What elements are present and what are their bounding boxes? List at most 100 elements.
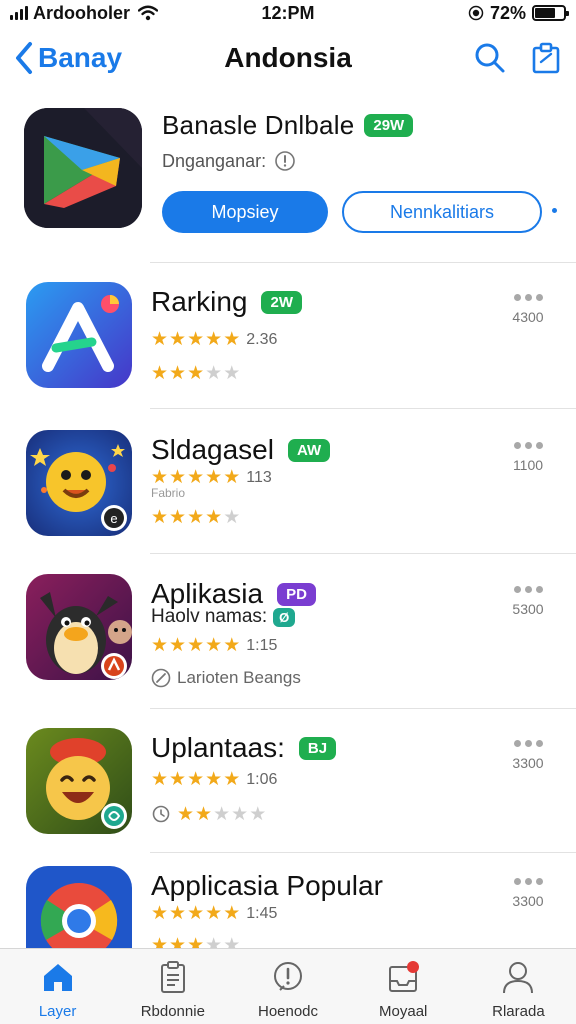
star-filled-icon: ★ bbox=[169, 635, 187, 656]
star-filled-icon: ★ bbox=[187, 507, 205, 528]
app-list-item[interactable]: Aplikasia PD Haolv namas: Ø ★ ★ ★ ★ ★ 1:15 L… bbox=[0, 574, 576, 714]
more-options-icon[interactable] bbox=[504, 878, 552, 885]
divider bbox=[150, 408, 576, 409]
more-options-icon[interactable] bbox=[504, 442, 552, 449]
star-empty-icon: ★ bbox=[213, 803, 231, 825]
svg-text:e: e bbox=[110, 511, 117, 526]
rating-count: 1:06 bbox=[246, 770, 278, 788]
featured-app-icon[interactable] bbox=[24, 108, 142, 228]
featured-subtitle: Dnganganar: bbox=[162, 150, 267, 171]
primary-action-button[interactable]: Mopsiey bbox=[162, 191, 328, 233]
tab-label: Moyaal bbox=[379, 1003, 428, 1020]
star-empty-icon: ★ bbox=[249, 803, 267, 825]
lock-rotation-icon bbox=[468, 5, 484, 21]
star-filled-icon: ★ bbox=[169, 363, 187, 384]
star-filled-icon: ★ bbox=[151, 329, 169, 350]
app-icon-blue-arrow bbox=[26, 282, 132, 388]
featured-badge: 29W bbox=[364, 114, 414, 137]
star-filled-icon: ★ bbox=[151, 635, 169, 656]
rating-count: 1:15 bbox=[246, 636, 278, 654]
star-filled-icon: ★ bbox=[169, 507, 187, 528]
star-filled-icon: ★ bbox=[205, 635, 223, 656]
app-icon-chrome-like bbox=[26, 866, 132, 948]
star-filled-icon: ★ bbox=[187, 329, 205, 350]
battery-icon bbox=[532, 5, 569, 21]
status-bar: Ardooholer 12:PM 72% bbox=[0, 0, 576, 26]
more-indicator bbox=[552, 208, 557, 213]
app-badge: PD bbox=[277, 582, 316, 606]
app-count: 3300 bbox=[512, 755, 544, 771]
star-filled-icon: ★ bbox=[169, 903, 187, 924]
star-rating: ★ ★ ★ ★ ★ bbox=[151, 364, 240, 383]
star-filled-icon: ★ bbox=[187, 467, 205, 488]
tab-label: Hoenodc bbox=[257, 1003, 319, 1020]
star-filled-icon: ★ bbox=[205, 467, 223, 488]
back-label: Banay bbox=[38, 42, 123, 73]
secondary-action-button[interactable]: Nennkalitiars bbox=[342, 191, 542, 233]
star-filled-icon: ★ bbox=[223, 635, 241, 656]
app-title: Sldagasel bbox=[151, 434, 274, 465]
tab-layer[interactable]: Layer bbox=[0, 949, 115, 1024]
star-filled-icon: ★ bbox=[205, 507, 223, 528]
tab-label: Rbdonnie bbox=[140, 1003, 205, 1020]
home-icon bbox=[43, 964, 72, 991]
star-rating: ★ ★ ★ ★ ★ bbox=[151, 468, 240, 487]
star-filled-icon: ★ bbox=[223, 467, 241, 488]
app-small-caption: Fabrio bbox=[151, 486, 186, 500]
more-options-icon[interactable] bbox=[504, 586, 552, 593]
star-filled-icon: ★ bbox=[223, 903, 241, 924]
info-icon[interactable] bbox=[274, 150, 296, 172]
star-filled-icon: ★ bbox=[205, 769, 223, 790]
tab-rbdonnie[interactable]: Rbdonnie bbox=[115, 949, 230, 1024]
more-options-icon[interactable] bbox=[504, 740, 552, 747]
back-button[interactable]: Banay bbox=[14, 41, 122, 75]
app-badge: 2W bbox=[261, 290, 302, 314]
developer-name[interactable]: Larioten Beangs bbox=[177, 668, 301, 688]
app-list-item[interactable]: e Sldagasel AW ★ ★ ★ ★ ★ 113 Fabrio ★ ★ ★ ★ ★ 11… bbox=[0, 430, 576, 570]
wifi-icon bbox=[138, 5, 158, 21]
tab-bar: Layer Rbdonnie Hoenodc Moyaal Rlarada bbox=[0, 948, 576, 1024]
carrier-name: Ardooholer bbox=[33, 2, 130, 23]
clipboard-icon[interactable] bbox=[530, 42, 562, 74]
more-options-icon[interactable] bbox=[504, 294, 552, 301]
search-icon[interactable] bbox=[474, 42, 506, 74]
star-filled-icon: ★ bbox=[151, 903, 169, 924]
star-filled-icon: ★ bbox=[223, 769, 241, 790]
star-empty-icon: ★ bbox=[223, 363, 241, 384]
star-filled-icon: ★ bbox=[205, 903, 223, 924]
rating-count: 113 bbox=[246, 468, 272, 486]
app-icon-happy-character bbox=[26, 728, 132, 834]
star-filled-icon: ★ bbox=[151, 363, 169, 384]
divider bbox=[150, 852, 576, 853]
star-rating: ★ ★ ★ ★ ★ bbox=[151, 904, 240, 923]
app-list-item[interactable]: Rarking 2W ★ ★ ★ ★ ★ 2.36 ★ ★ ★ ★ ★ 4300 bbox=[0, 282, 576, 422]
person-icon bbox=[503, 962, 534, 994]
featured-app: Banasle Dnlbale 29W Dnganganar: Mopsiey … bbox=[24, 104, 564, 244]
star-filled-icon: ★ bbox=[169, 769, 187, 790]
featured-app-title: Banasle Dnlbale bbox=[162, 110, 355, 140]
tab-moyaal[interactable]: Moyaal bbox=[346, 949, 461, 1024]
star-filled-icon: ★ bbox=[151, 507, 169, 528]
divider bbox=[150, 262, 576, 263]
star-filled-icon: ★ bbox=[187, 363, 205, 384]
star-filled-icon: ★ bbox=[187, 635, 205, 656]
tab-label: Rlarada bbox=[492, 1003, 545, 1020]
star-empty-icon: ★ bbox=[205, 363, 223, 384]
star-filled-icon: ★ bbox=[195, 803, 213, 825]
app-icon-smiley-game: e bbox=[26, 430, 132, 536]
star-rating: ★ ★ ★ ★ ★ bbox=[151, 508, 240, 527]
app-subtitle: Haolv namas: bbox=[151, 606, 268, 627]
star-rating: ★ ★ ★ ★ ★ bbox=[151, 330, 240, 349]
star-empty-icon: ★ bbox=[231, 803, 249, 825]
tab-hoenodc[interactable]: Hoenodc bbox=[230, 949, 345, 1024]
star-filled-icon: ★ bbox=[169, 329, 187, 350]
developer-icon bbox=[151, 668, 171, 688]
battery-percent: 72% bbox=[489, 2, 526, 23]
battery-fill bbox=[535, 8, 556, 18]
tab-rlarada[interactable]: Rlarada bbox=[461, 949, 576, 1024]
star-filled-icon: ★ bbox=[205, 329, 223, 350]
app-list-item[interactable]: Uplantaas: BJ ★ ★ ★ ★ ★ 1:06 ★ ★ ★ ★ ★ 3300 bbox=[0, 728, 576, 868]
navigation-bar: Banay Andonsia bbox=[0, 30, 576, 86]
star-filled-icon: ★ bbox=[187, 769, 205, 790]
star-rating: ★ ★ ★ ★ ★ bbox=[177, 805, 266, 824]
